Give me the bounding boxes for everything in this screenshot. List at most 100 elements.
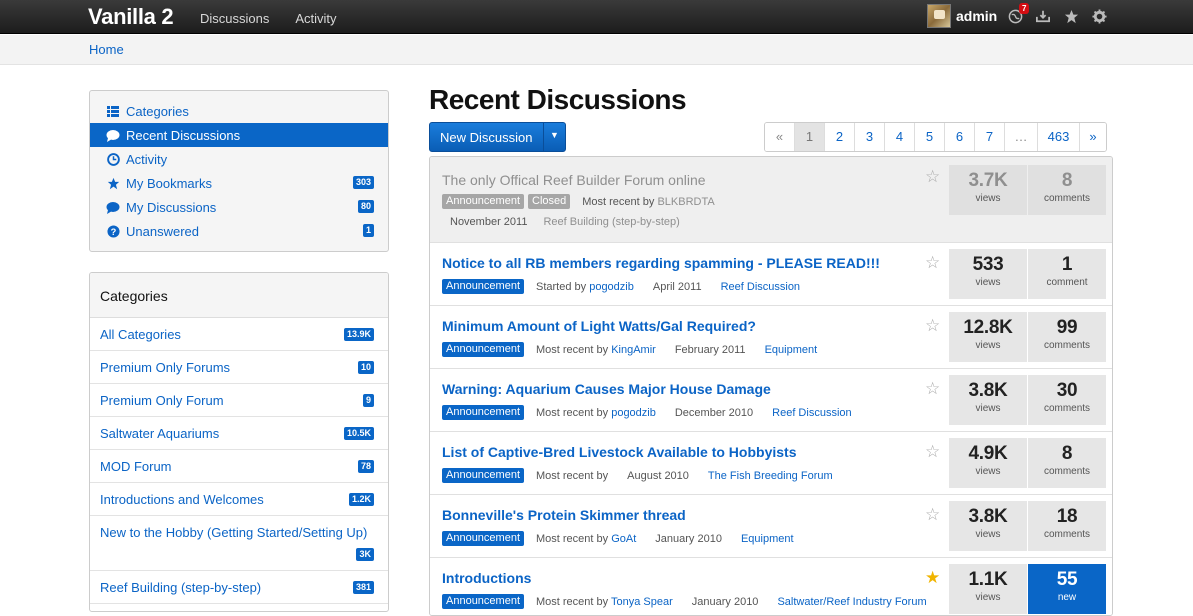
- discussion-row[interactable]: Introductions Announcement Most recent b…: [430, 558, 1112, 615]
- user-menu[interactable]: admin: [927, 4, 997, 28]
- discussion-row[interactable]: The only Offical Reef Builder Forum onli…: [430, 157, 1112, 243]
- discussion-title[interactable]: Warning: Aquarium Causes Major House Dam…: [442, 381, 771, 397]
- nav-activity[interactable]: Activity: [295, 11, 336, 26]
- sidebar-item-my-bookmarks[interactable]: My Bookmarks 303: [90, 171, 388, 195]
- bookmark-star-icon[interactable]: ☆: [925, 168, 940, 185]
- bookmark-star-icon[interactable]: ★: [925, 569, 940, 586]
- chat-bubble-icon: [106, 200, 120, 214]
- discussion-title[interactable]: Introductions: [442, 570, 531, 586]
- category-label[interactable]: MOD Forum: [100, 459, 172, 474]
- category-item[interactable]: Reef Building (step-by-step) 381: [90, 571, 388, 604]
- new-comments-count[interactable]: 55 new: [1028, 564, 1106, 614]
- top-bar: Vanilla 2 Discussions Activity admin 7: [0, 0, 1193, 34]
- discussion-title[interactable]: Minimum Amount of Light Watts/Gal Requir…: [442, 318, 756, 334]
- page-last[interactable]: 463: [1038, 123, 1080, 151]
- breadcrumb: Home: [0, 35, 1193, 65]
- category-link[interactable]: The Fish Breeding Forum: [708, 470, 833, 482]
- page-5[interactable]: 5: [915, 123, 945, 151]
- count-badge: 10.5K: [343, 427, 374, 440]
- sidebar-item-label: Activity: [126, 151, 168, 167]
- category-link[interactable]: Reef Discussion: [772, 407, 851, 419]
- discussion-date: August 2010: [627, 469, 689, 482]
- discussion-title[interactable]: List of Captive-Bred Livestock Available…: [442, 444, 796, 460]
- bookmark-star-icon[interactable]: ☆: [925, 317, 940, 334]
- comments-count: 8 comments: [1028, 438, 1106, 488]
- bookmark-star-icon[interactable]: ☆: [925, 443, 940, 460]
- views-count: 533 views: [949, 249, 1027, 299]
- author-link[interactable]: GoAt: [611, 533, 636, 545]
- category-item[interactable]: Introductions and Welcomes 1.2K: [90, 483, 388, 516]
- page-4[interactable]: 4: [885, 123, 915, 151]
- category-item[interactable]: Premium Only Forum 9: [90, 384, 388, 417]
- author-link[interactable]: BLKBRDTA: [657, 196, 714, 208]
- discussion-title[interactable]: Bonneville's Protein Skimmer thread: [442, 507, 686, 523]
- nav-discussions[interactable]: Discussions: [200, 11, 269, 26]
- list-icon: [106, 104, 120, 118]
- discussion-row[interactable]: Warning: Aquarium Causes Major House Dam…: [430, 369, 1112, 432]
- meta-prefix: Most recent by pogodzib: [536, 406, 656, 419]
- category-label[interactable]: New to the Hobby (Getting Started/Settin…: [100, 525, 367, 540]
- svg-text:?: ?: [110, 227, 116, 237]
- category-label[interactable]: Premium Only Forum: [100, 393, 224, 408]
- sidebar-item-activity[interactable]: Activity: [90, 147, 388, 171]
- category-label[interactable]: Introductions and Welcomes: [100, 492, 264, 507]
- category-link[interactable]: Equipment: [741, 533, 794, 545]
- breadcrumb-home[interactable]: Home: [89, 42, 124, 57]
- site-logo[interactable]: Vanilla 2: [88, 4, 174, 30]
- inbox-icon[interactable]: [1035, 8, 1051, 24]
- bookmark-star-icon[interactable]: ☆: [925, 254, 940, 271]
- avatar[interactable]: [927, 4, 951, 28]
- author-link[interactable]: pogodzib: [589, 281, 634, 293]
- page-next[interactable]: »: [1080, 123, 1106, 151]
- sidebar-item-recent-discussions[interactable]: Recent Discussions: [90, 123, 388, 147]
- username[interactable]: admin: [956, 8, 997, 24]
- bookmark-star-icon[interactable]: [1063, 8, 1079, 24]
- sidebar-item-unanswered[interactable]: ? Unanswered 1: [90, 219, 388, 243]
- comments-count: 99 comments: [1028, 312, 1106, 362]
- category-item[interactable]: MOD Forum 78: [90, 450, 388, 483]
- discussion-meta: Announcement Most recent by KingAmir Feb…: [442, 342, 817, 357]
- new-discussion-button[interactable]: New Discussion ▼: [429, 122, 566, 152]
- category-label[interactable]: Premium Only Forums: [100, 360, 230, 375]
- author-link[interactable]: Tonya Spear: [611, 596, 673, 608]
- gear-icon[interactable]: [1091, 8, 1107, 24]
- meta-prefix: Most recent by KingAmir: [536, 343, 656, 356]
- tag-announcement: Announcement: [442, 468, 524, 483]
- category-link[interactable]: Reef Discussion: [721, 281, 800, 293]
- author-link[interactable]: KingAmir: [611, 344, 656, 356]
- sidebar-item-categories[interactable]: Categories: [90, 99, 388, 123]
- discussion-row[interactable]: List of Captive-Bred Livestock Available…: [430, 432, 1112, 495]
- notification-badge: 7: [1019, 3, 1030, 14]
- category-link[interactable]: Reef Building (step-by-step): [543, 216, 679, 228]
- sidebar-item-my-discussions[interactable]: My Discussions 80: [90, 195, 388, 219]
- meta-prefix: Most recent by Tonya Spear: [536, 595, 673, 608]
- page-7[interactable]: 7: [975, 123, 1005, 151]
- category-link[interactable]: Saltwater/Reef Industry Forum: [777, 596, 926, 608]
- discussion-date: April 2011: [652, 280, 702, 293]
- chevron-down-icon[interactable]: ▼: [550, 130, 559, 140]
- discussion-title[interactable]: Notice to all RB members regarding spamm…: [442, 255, 880, 271]
- page-prev[interactable]: «: [765, 123, 795, 151]
- category-item[interactable]: New to the Hobby (Getting Started/Settin…: [90, 516, 388, 571]
- bookmark-star-icon[interactable]: ☆: [925, 506, 940, 523]
- category-link[interactable]: Equipment: [765, 344, 818, 356]
- new-discussion-label: New Discussion: [440, 130, 533, 145]
- category-label[interactable]: Saltwater Aquariums: [100, 426, 219, 441]
- category-item[interactable]: Premium Only Forums 10: [90, 351, 388, 384]
- discussion-title[interactable]: The only Offical Reef Builder Forum onli…: [442, 172, 706, 188]
- bookmark-star-icon[interactable]: ☆: [925, 380, 940, 397]
- author-link[interactable]: pogodzib: [611, 407, 656, 419]
- category-item[interactable]: All Categories 13.9K: [90, 318, 388, 351]
- page-3[interactable]: 3: [855, 123, 885, 151]
- category-label[interactable]: All Categories: [100, 327, 181, 342]
- page-2[interactable]: 2: [825, 123, 855, 151]
- discussion-row[interactable]: Minimum Amount of Light Watts/Gal Requir…: [430, 306, 1112, 369]
- category-label[interactable]: Reef Building (step-by-step): [100, 580, 261, 595]
- category-item[interactable]: Saltwater Aquariums 10.5K: [90, 417, 388, 450]
- page-1[interactable]: 1: [795, 123, 825, 151]
- comments-count: 30 comments: [1028, 375, 1106, 425]
- categories-panel: Categories All Categories 13.9K Premium …: [89, 272, 389, 612]
- discussion-row[interactable]: Notice to all RB members regarding spamm…: [430, 243, 1112, 306]
- discussion-row[interactable]: Bonneville's Protein Skimmer thread Anno…: [430, 495, 1112, 558]
- page-6[interactable]: 6: [945, 123, 975, 151]
